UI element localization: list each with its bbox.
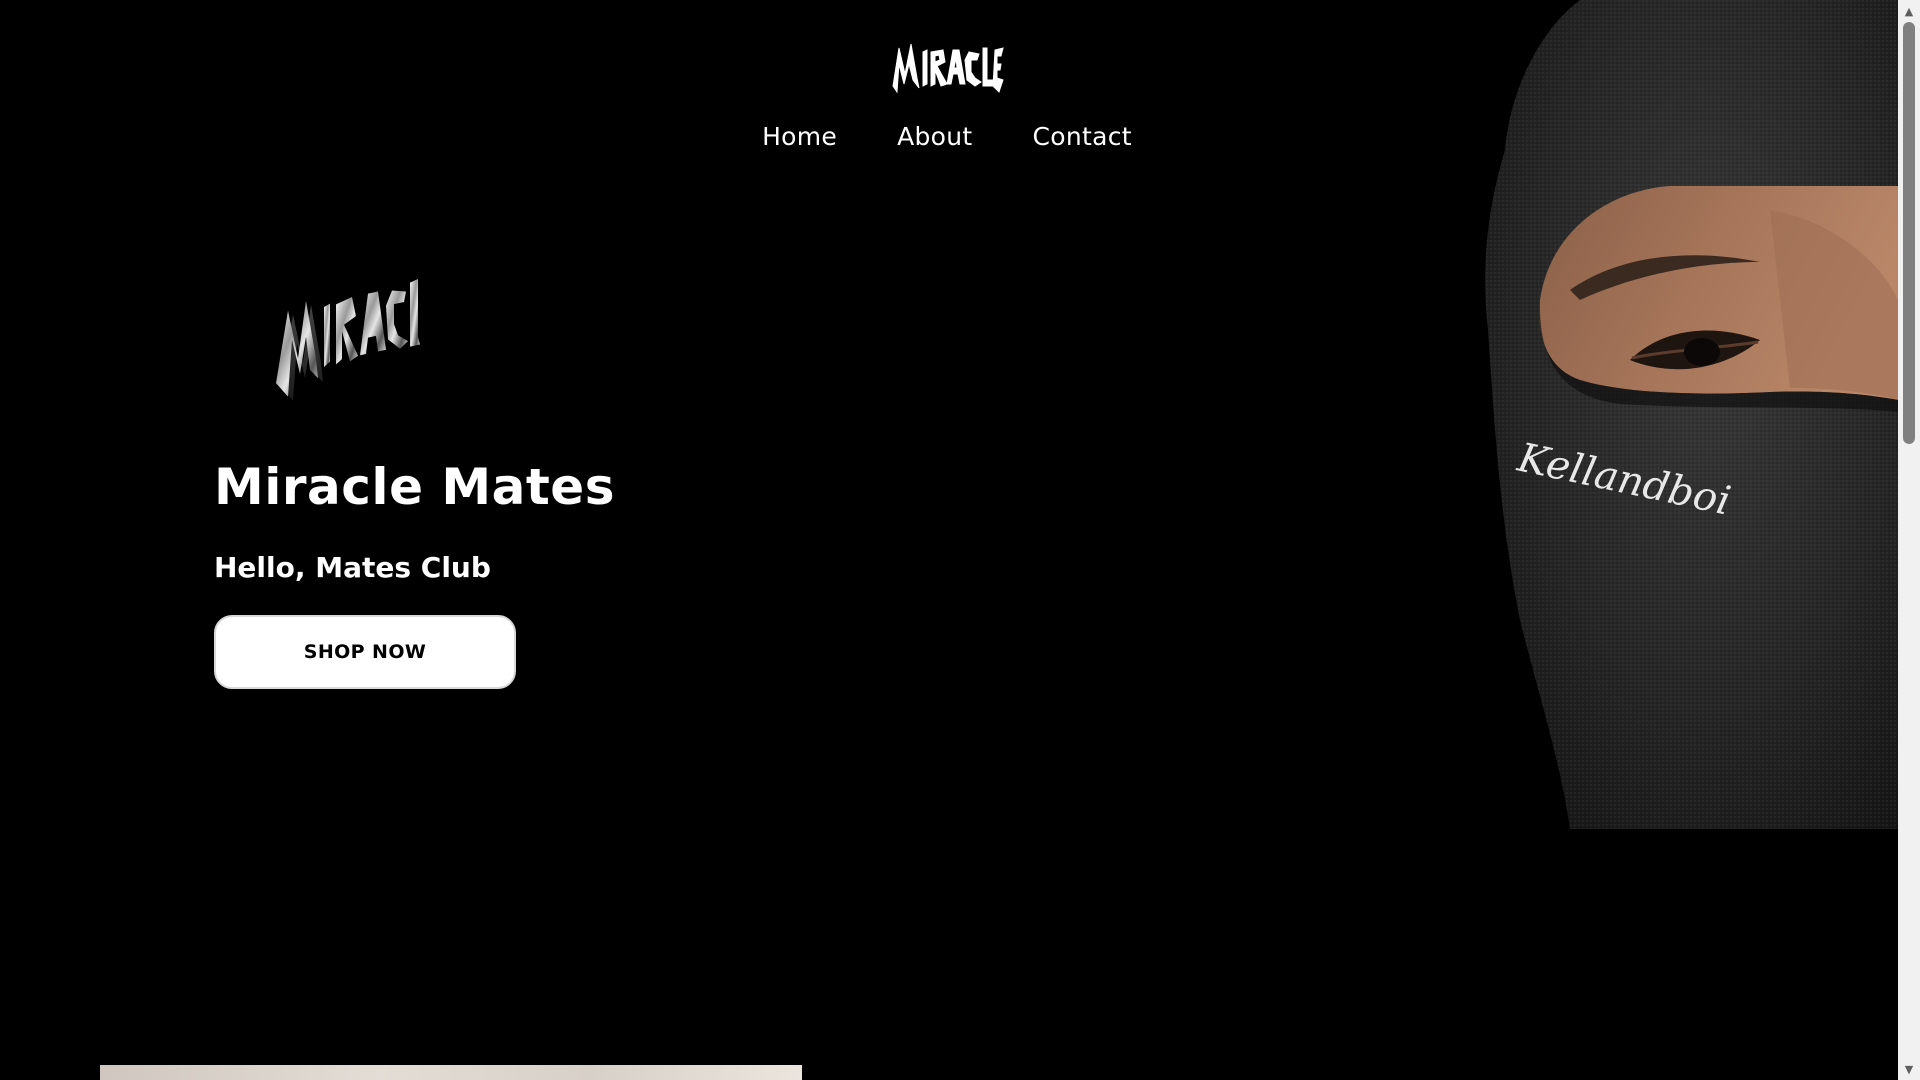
page-scrollbar[interactable]: ▲ ▼ <box>1898 0 1920 1080</box>
nav-contact-link[interactable]: Contact <box>1033 122 1132 151</box>
scroll-up-arrow-icon[interactable]: ▲ <box>1898 2 1920 20</box>
shop-now-button[interactable]: SHOP NOW <box>214 615 516 689</box>
nav-about-link[interactable]: About <box>897 122 972 151</box>
brand-logo[interactable] <box>889 34 1005 98</box>
nav-home-link[interactable]: Home <box>762 122 837 151</box>
next-section-image-peek <box>100 1065 802 1080</box>
hero-subtitle: Hello, Mates Club <box>214 551 491 584</box>
page: Home About Contact Miracle Mates Hello, … <box>0 0 1920 1080</box>
scroll-thumb[interactable] <box>1903 22 1915 444</box>
hero-title: Miracle Mates <box>214 458 615 516</box>
hero-chrome-logo <box>276 278 420 401</box>
hero-balaclava-image: Kellandboi <box>1485 0 1898 829</box>
scroll-down-arrow-icon[interactable]: ▼ <box>1898 1060 1920 1078</box>
